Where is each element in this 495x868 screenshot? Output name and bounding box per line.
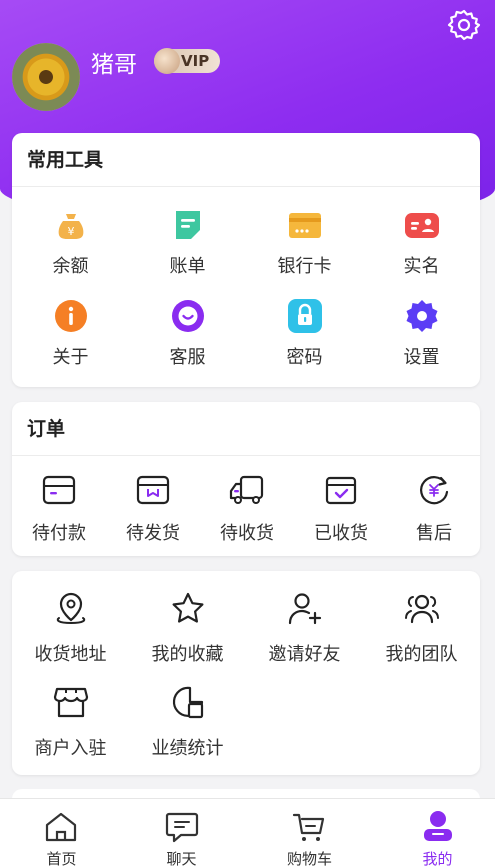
order-after-sales[interactable]: 售后 (388, 474, 480, 546)
vip-badge: VIP (154, 48, 220, 74)
svg-text:¥: ¥ (67, 225, 74, 238)
tool-real-name-label: 实名 (403, 256, 440, 277)
star-icon (172, 592, 203, 623)
orders-card: 订单 待付款 待发货 待收货 已收货 售后 (12, 402, 480, 556)
customer-service-icon (171, 300, 204, 332)
tool-balance[interactable]: ¥ 余额 (12, 208, 129, 283)
service-address[interactable]: 收货地址 (12, 591, 129, 671)
order-pending-shipment-label: 待发货 (126, 523, 180, 544)
nav-cart[interactable]: 购物车 (248, 799, 371, 868)
tool-balance-label: 余额 (52, 256, 89, 277)
service-favorites[interactable]: 我的收藏 (129, 591, 246, 671)
chat-icon (165, 812, 199, 843)
orders-title: 订单 (12, 402, 480, 456)
tools-title: 常用工具 (12, 133, 480, 187)
truck-icon (229, 475, 264, 504)
tool-about-label: 关于 (52, 347, 89, 368)
order-pending-receipt[interactable]: 待收货 (200, 474, 294, 546)
profile-icon (424, 811, 452, 841)
service-performance-label: 业绩统计 (151, 738, 224, 759)
store-icon (53, 687, 88, 718)
tool-customer-service[interactable]: 客服 (129, 299, 246, 374)
tool-password-label: 密码 (286, 347, 323, 368)
refund-icon (420, 476, 449, 505)
tool-bank-card[interactable]: 银行卡 (246, 208, 363, 283)
order-pending-shipment[interactable]: 待发货 (106, 474, 200, 546)
service-invite-label: 邀请好友 (268, 644, 341, 665)
tool-bank-card-label: 银行卡 (277, 256, 332, 277)
nav-cart-label: 购物车 (286, 850, 332, 868)
order-pending-payment-label: 待付款 (32, 523, 86, 544)
wallet-icon (42, 475, 76, 505)
service-team-label: 我的团队 (385, 644, 458, 665)
gear-icon (406, 300, 437, 332)
service-merchant-label: 商户入驻 (34, 738, 107, 759)
vip-badge-label: VIP (181, 52, 210, 70)
order-received[interactable]: 已收货 (294, 474, 388, 546)
nav-mine[interactable]: 我的 (376, 799, 495, 868)
service-favorites-label: 我的收藏 (151, 644, 224, 665)
cart-icon (292, 813, 325, 841)
bottom-nav: 首页 聊天 购物车 我的 (0, 798, 495, 868)
bank-card-icon (288, 213, 321, 238)
tool-settings[interactable]: 设置 (363, 299, 480, 374)
vip-medal-icon (154, 48, 180, 74)
order-pending-payment[interactable]: 待付款 (12, 474, 106, 546)
service-invite[interactable]: 邀请好友 (246, 591, 363, 671)
order-after-sales-label: 售后 (416, 523, 452, 544)
order-received-label: 已收货 (314, 523, 368, 544)
nav-chat-label: 聊天 (166, 850, 197, 868)
tools-card: 常用工具 ¥ 余额 账单 银行卡 实名 关于 客服 密码 设置 (12, 133, 480, 387)
tool-real-name[interactable]: 实名 (363, 208, 480, 283)
nav-chat[interactable]: 聊天 (120, 799, 243, 868)
service-merchant[interactable]: 商户入驻 (12, 684, 129, 764)
nav-mine-label: 我的 (422, 850, 453, 868)
tool-bill-label: 账单 (169, 256, 206, 277)
gear-icon (447, 9, 481, 41)
username: 猪哥 (91, 52, 137, 78)
package-icon (136, 475, 170, 505)
nav-home-label: 首页 (46, 850, 77, 868)
tool-settings-label: 设置 (403, 347, 440, 368)
info-icon (54, 300, 87, 332)
avatar[interactable] (12, 43, 80, 111)
id-card-icon (404, 213, 439, 238)
header-settings-button[interactable] (447, 8, 481, 42)
stats-icon (172, 686, 203, 719)
tool-bill[interactable]: 账单 (129, 208, 246, 283)
order-pending-receipt-label: 待收货 (220, 523, 274, 544)
nav-home[interactable]: 首页 (0, 799, 123, 868)
service-performance[interactable]: 业绩统计 (129, 684, 246, 764)
service-team[interactable]: 我的团队 (363, 591, 480, 671)
service-address-label: 收货地址 (34, 644, 107, 665)
home-icon (45, 812, 77, 842)
tool-about[interactable]: 关于 (12, 299, 129, 374)
tool-customer-service-label: 客服 (169, 347, 206, 368)
lock-icon (287, 299, 322, 333)
location-icon (56, 592, 85, 625)
add-user-icon (288, 593, 321, 625)
tool-password[interactable]: 密码 (246, 299, 363, 374)
team-icon (404, 594, 439, 624)
bill-icon (175, 211, 200, 239)
box-check-icon (325, 476, 357, 505)
services-card: 收货地址 我的收藏 邀请好友 我的团队 商户入驻 业绩统计 (12, 571, 480, 775)
money-bag-icon: ¥ (58, 214, 83, 239)
